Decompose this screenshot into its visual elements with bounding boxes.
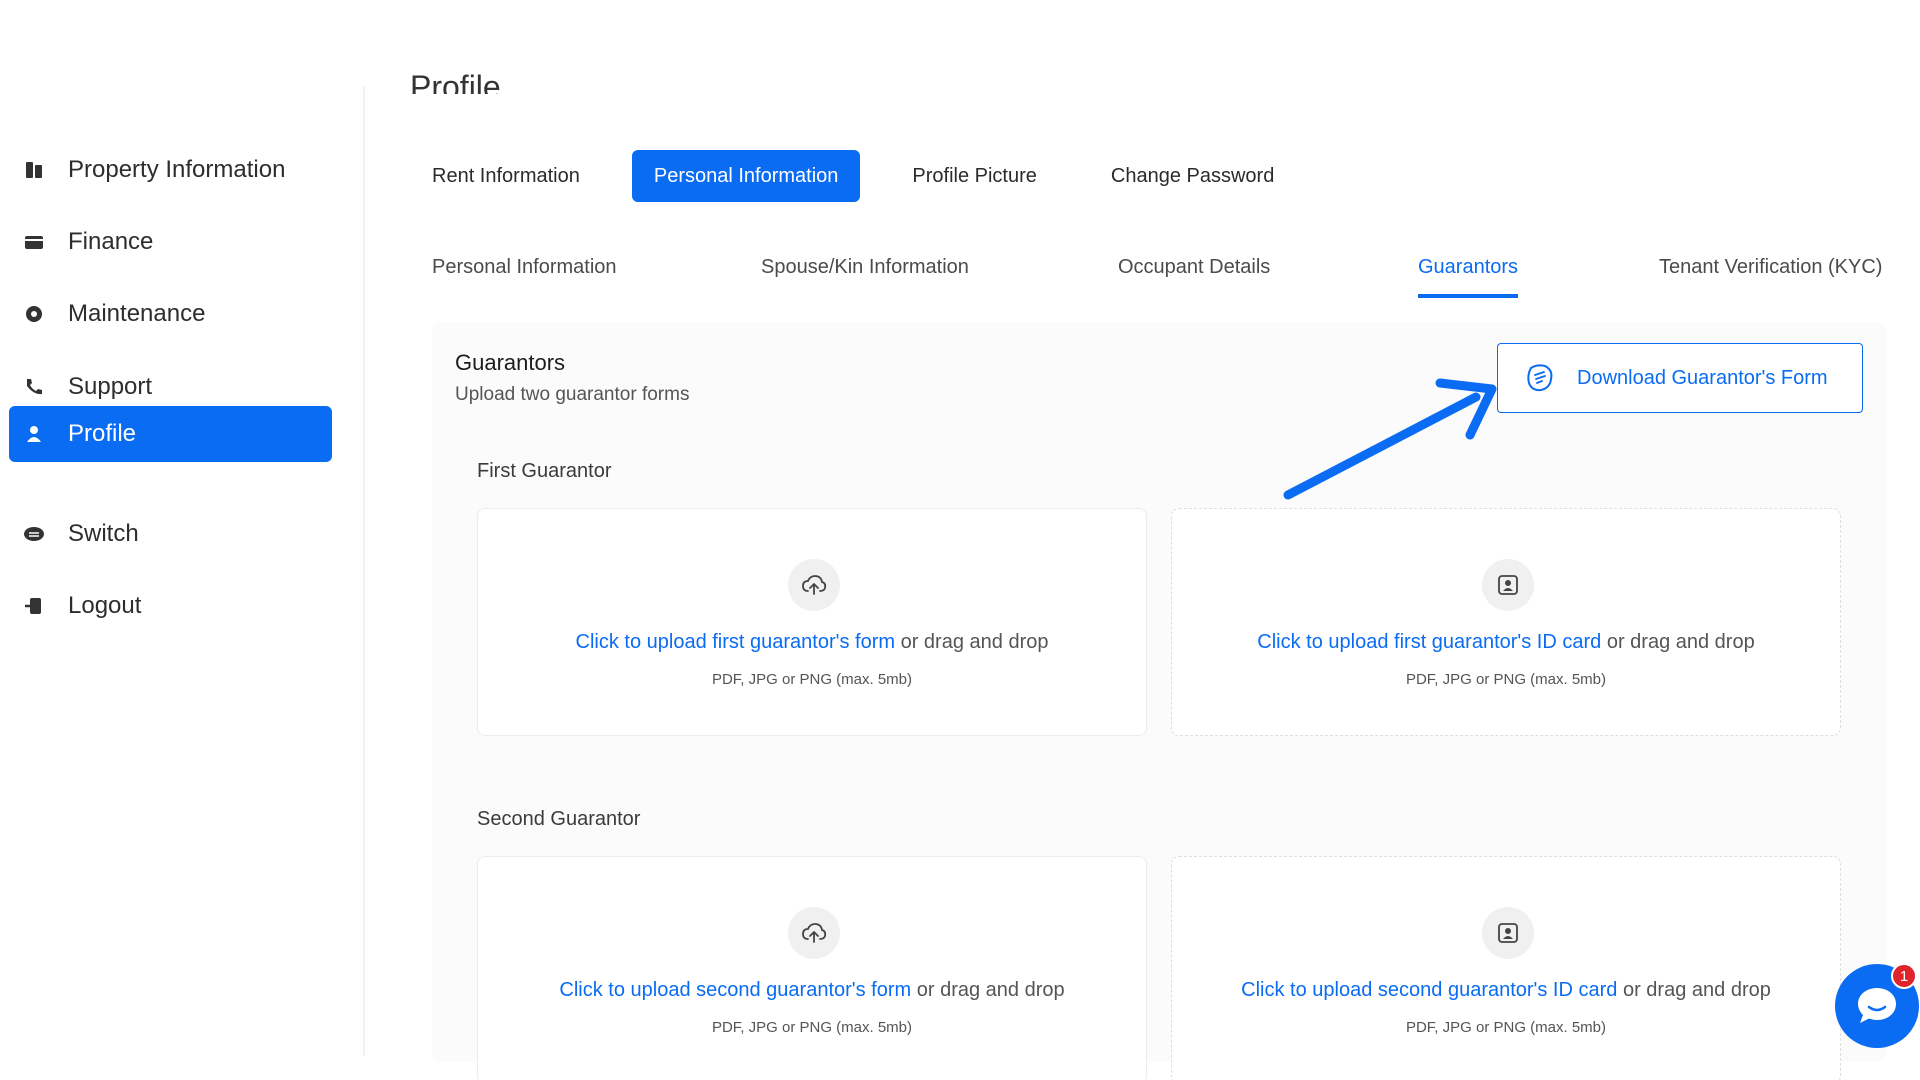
- file-hint: PDF, JPG or PNG (max. 5mb): [711, 671, 913, 688]
- upload-link[interactable]: Click to upload first guarantor's ID car…: [1257, 631, 1601, 653]
- tab-change-password[interactable]: Change Password: [1089, 150, 1296, 202]
- subtab-tenant-verification[interactable]: Tenant Verification (KYC): [1659, 252, 1882, 298]
- page-title: Profile: [410, 69, 501, 94]
- drag-drop-text: or drag and drop: [911, 979, 1065, 1001]
- tab-personal-information[interactable]: Personal Information: [631, 150, 861, 202]
- sidebar-item-switch[interactable]: Switch: [9, 506, 332, 562]
- sidebar-item-logout[interactable]: Logout: [9, 578, 332, 634]
- gear-icon: [23, 303, 45, 325]
- sidebar: Property Information Finance Maintenance…: [0, 86, 365, 1056]
- id-card-icon: [1482, 907, 1534, 959]
- secondary-tabs: Personal Information Spouse/Kin Informat…: [432, 252, 1892, 300]
- switch-icon: [23, 523, 45, 545]
- sidebar-item-property-information[interactable]: Property Information: [9, 142, 332, 198]
- upload-link[interactable]: Click to upload second guarantor's ID ca…: [1241, 979, 1617, 1001]
- logout-icon: [23, 595, 45, 617]
- document-icon: [1527, 364, 1553, 392]
- upload-link[interactable]: Click to upload first guarantor's form: [576, 631, 896, 653]
- guarantors-title: Guarantors: [455, 350, 566, 375]
- second-guarantor-id-dropzone[interactable]: Click to upload second guarantor's ID ca…: [1171, 856, 1841, 1080]
- sidebar-item-label: Maintenance: [68, 300, 206, 327]
- primary-tabs: Rent Information Personal Information Pr…: [410, 150, 1326, 202]
- upload-cloud-icon: [788, 559, 840, 611]
- wallet-icon: [23, 231, 45, 253]
- first-guarantor-form-dropzone[interactable]: Click to upload first guarantor's form o…: [477, 508, 1147, 736]
- subtab-occupant-details[interactable]: Occupant Details: [1118, 252, 1270, 298]
- guarantors-subtitle: Upload two guarantor forms: [455, 384, 690, 405]
- building-icon: [23, 159, 45, 181]
- subtab-guarantors[interactable]: Guarantors: [1418, 252, 1519, 298]
- sidebar-item-label: Profile: [68, 420, 137, 447]
- guarantors-card: Guarantors Upload two guarantor forms Do…: [432, 322, 1887, 1080]
- tab-profile-picture[interactable]: Profile Picture: [890, 150, 1059, 202]
- drag-drop-text: or drag and drop: [1617, 979, 1771, 1001]
- chat-bubble-icon: [1858, 988, 1896, 1023]
- phone-icon: [23, 376, 45, 398]
- upload-cloud-icon: [788, 907, 840, 959]
- drag-drop-text: or drag and drop: [1601, 631, 1755, 653]
- tab-rent-information[interactable]: Rent Information: [410, 150, 602, 202]
- sidebar-item-finance[interactable]: Finance: [9, 214, 332, 270]
- drag-drop-text: or drag and drop: [895, 631, 1049, 653]
- id-card-icon: [1482, 559, 1534, 611]
- file-hint: PDF, JPG or PNG (max. 5mb): [1405, 1019, 1607, 1036]
- sidebar-item-maintenance[interactable]: Maintenance: [9, 286, 332, 342]
- subtab-spouse-kin-information[interactable]: Spouse/Kin Information: [761, 252, 969, 298]
- sidebar-item-label: Property Information: [68, 156, 286, 183]
- sidebar-item-profile[interactable]: Profile: [9, 406, 332, 462]
- second-guarantor-label: Second Guarantor: [477, 808, 641, 830]
- sidebar-item-label: Support: [68, 373, 153, 400]
- annotation-arrow-icon: [1283, 378, 1497, 500]
- download-guarantor-form-button[interactable]: Download Guarantor's Form: [1497, 343, 1863, 413]
- subtab-personal-information[interactable]: Personal Information: [432, 252, 617, 298]
- upload-link[interactable]: Click to upload second guarantor's form: [559, 979, 911, 1001]
- sidebar-item-label: Logout: [68, 592, 142, 619]
- file-hint: PDF, JPG or PNG (max. 5mb): [711, 1019, 913, 1036]
- file-hint: PDF, JPG or PNG (max. 5mb): [1405, 671, 1607, 688]
- sidebar-item-label: Switch: [68, 520, 139, 547]
- sidebar-item-label: Finance: [68, 228, 154, 255]
- notification-badge: 1: [1891, 963, 1917, 989]
- second-guarantor-form-dropzone[interactable]: Click to upload second guarantor's form …: [477, 856, 1147, 1080]
- download-button-label: Download Guarantor's Form: [1577, 366, 1828, 389]
- first-guarantor-label: First Guarantor: [477, 460, 612, 482]
- user-icon: [23, 423, 45, 445]
- first-guarantor-id-dropzone[interactable]: Click to upload first guarantor's ID car…: [1171, 508, 1841, 736]
